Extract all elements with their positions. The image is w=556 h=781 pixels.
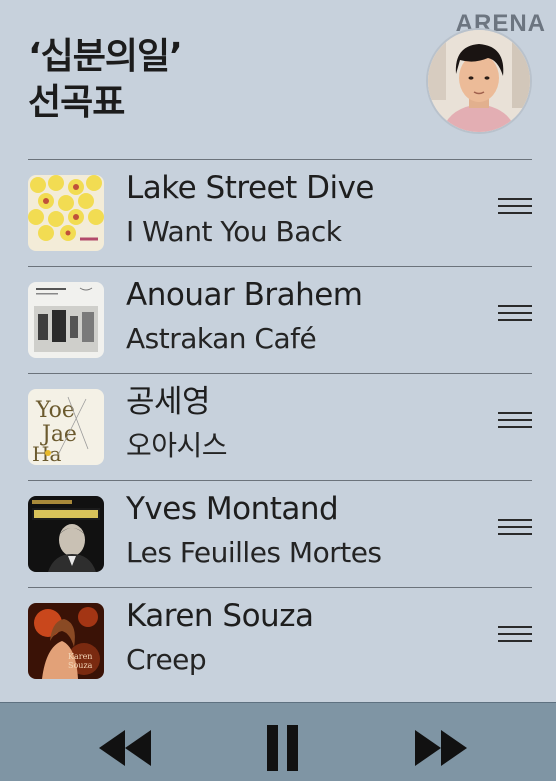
header: ‘십분의일’ 선곡표 ARENA (0, 0, 556, 160)
track-row[interactable]: Karen Souza Karen Souza Creep (28, 587, 532, 694)
drag-handle-icon[interactable] (498, 626, 532, 644)
page-title: ‘십분의일’ 선곡표 (28, 34, 183, 126)
track-row[interactable]: Lake Street Dive I Want You Back (28, 159, 532, 266)
player-controls (0, 702, 556, 781)
album-art (28, 175, 104, 251)
track-list: Lake Street Dive I Want You Back Anouar … (28, 159, 532, 694)
track-artist: Karen Souza (126, 598, 314, 634)
track-title: Les Feuilles Mortes (126, 536, 382, 569)
track-row[interactable]: Yoe Jae Ha 공세영 오아시스 (28, 373, 532, 480)
track-row[interactable]: Yves Montand Les Feuilles Mortes (28, 480, 532, 587)
track-title: Creep (126, 643, 207, 676)
rewind-icon[interactable] (98, 729, 152, 771)
pause-icon[interactable] (266, 725, 300, 775)
track-artist: 공세영 (126, 384, 211, 420)
drag-handle-icon[interactable] (498, 412, 532, 430)
svg-text:Karen: Karen (68, 652, 92, 661)
avatar (428, 30, 530, 132)
track-title: Astrakan Café (126, 322, 317, 355)
album-art (28, 496, 104, 572)
title-line-1: ‘십분의일’ (28, 36, 183, 77)
svg-text:Souza: Souza (68, 661, 93, 670)
title-line-2: 선곡표 (28, 82, 125, 123)
album-art: Karen Souza (28, 603, 104, 679)
drag-handle-icon[interactable] (498, 519, 532, 537)
track-artist: Yves Montand (126, 491, 339, 527)
album-art (28, 282, 104, 358)
drag-handle-icon[interactable] (498, 305, 532, 323)
track-artist: Lake Street Dive (126, 170, 375, 206)
track-title: 오아시스 (126, 429, 228, 462)
drag-handle-icon[interactable] (498, 198, 532, 216)
track-title: I Want You Back (126, 215, 342, 248)
track-artist: Anouar Brahem (126, 277, 363, 313)
fast-forward-icon[interactable] (414, 729, 468, 771)
svg-text:Yoe: Yoe (35, 398, 75, 423)
album-art: Yoe Jae Ha (28, 389, 104, 465)
track-row[interactable]: Anouar Brahem Astrakan Café (28, 266, 532, 373)
